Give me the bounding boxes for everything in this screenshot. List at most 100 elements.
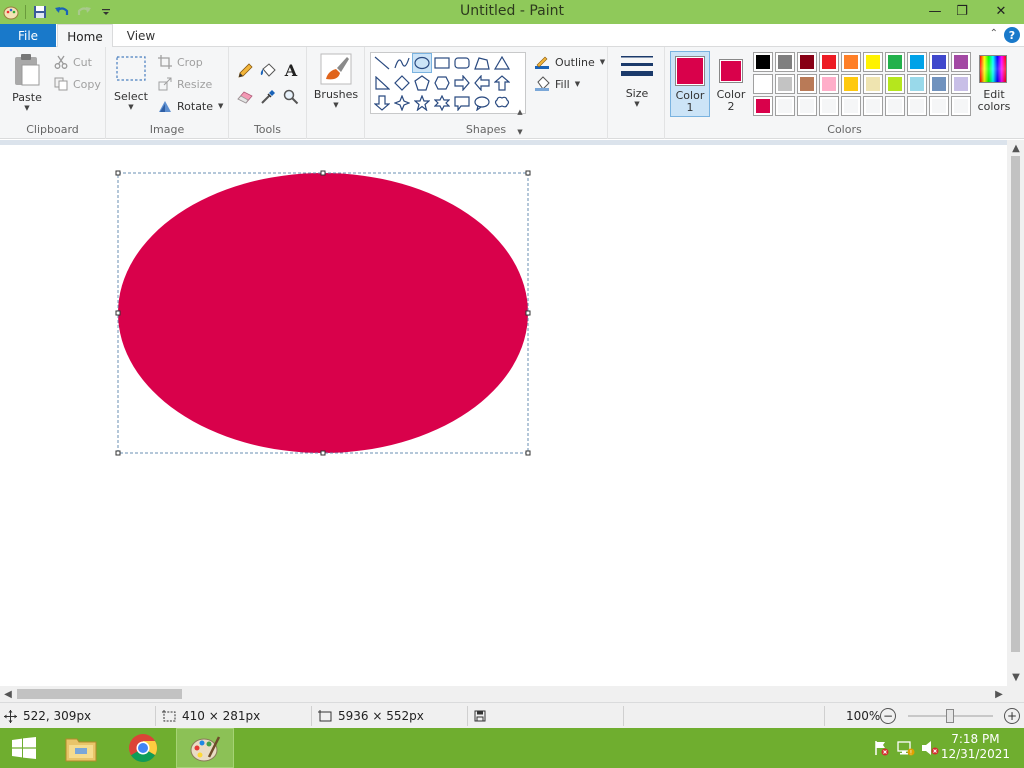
resize-handle[interactable]	[525, 310, 531, 316]
tab-home[interactable]: Home	[57, 24, 113, 48]
gallery-scroll-up-icon[interactable]: ▲	[514, 102, 526, 122]
pencil-icon[interactable]	[235, 61, 255, 81]
palette-swatch[interactable]	[819, 52, 839, 72]
close-button[interactable]: ✕	[983, 0, 1019, 22]
volume-muted-icon[interactable]	[920, 728, 940, 768]
text-tool-icon[interactable]: A	[281, 60, 301, 80]
palette-swatch[interactable]	[885, 52, 905, 72]
palette-swatch-empty[interactable]	[907, 96, 927, 116]
palette-swatch[interactable]	[907, 74, 927, 94]
vertical-scroll-thumb[interactable]	[1011, 156, 1020, 652]
zoom-in-button[interactable]: +	[1004, 708, 1020, 724]
select-dropdown-icon[interactable]: ▼	[128, 103, 133, 111]
shape-curve-icon[interactable]	[392, 53, 412, 73]
canvas[interactable]	[5, 145, 1007, 686]
shape-oval-callout-icon[interactable]	[472, 93, 492, 113]
minimize-ribbon-icon[interactable]: ⌃	[990, 28, 998, 39]
size-button[interactable]: Size ▼	[618, 53, 656, 108]
shape-right-triangle-icon[interactable]	[372, 73, 392, 93]
palette-swatch[interactable]	[753, 96, 773, 116]
shape-diamond-icon[interactable]	[392, 73, 412, 93]
brushes-button[interactable]: Brushes ▼	[314, 53, 358, 109]
palette-swatch[interactable]	[951, 74, 971, 94]
palette-swatch[interactable]	[753, 74, 773, 94]
taskbar-clock[interactable]: 7:18 PM 12/31/2021	[941, 732, 1010, 762]
shape-up-arrow-icon[interactable]	[492, 73, 512, 93]
shape-rounded-rectangle-icon[interactable]	[452, 53, 472, 73]
shape-rect-callout-icon[interactable]	[452, 93, 472, 113]
shape-six-point-star-icon[interactable]	[432, 93, 452, 113]
edit-colors-button[interactable]: Edit colors	[973, 51, 1013, 117]
horizontal-scroll-thumb[interactable]	[17, 689, 182, 699]
rotate-button[interactable]: Rotate ▼	[158, 97, 223, 115]
ellipse-shape[interactable]	[118, 173, 528, 453]
palette-swatch-empty[interactable]	[885, 96, 905, 116]
shape-down-arrow-icon[interactable]	[372, 93, 392, 113]
palette-swatch-empty[interactable]	[775, 96, 795, 116]
shape-triangle-icon[interactable]	[492, 53, 512, 73]
resize-handle[interactable]	[320, 450, 326, 456]
palette-swatch[interactable]	[841, 74, 861, 94]
shape-polygon-icon[interactable]	[472, 53, 492, 73]
shape-right-arrow-icon[interactable]	[452, 73, 472, 93]
save-icon[interactable]	[29, 1, 51, 23]
palette-swatch-empty[interactable]	[863, 96, 883, 116]
customize-qat-icon[interactable]	[95, 1, 117, 23]
restore-button[interactable]: ❐	[947, 0, 977, 22]
zoom-slider-thumb[interactable]	[946, 709, 954, 723]
resize-handle[interactable]	[320, 170, 326, 176]
resize-handle[interactable]	[115, 310, 121, 316]
palette-swatch[interactable]	[819, 74, 839, 94]
palette-swatch-empty[interactable]	[929, 96, 949, 116]
resize-handle[interactable]	[115, 170, 121, 176]
chrome-button[interactable]	[120, 728, 166, 768]
palette-swatch-empty[interactable]	[797, 96, 817, 116]
zoom-out-button[interactable]: −	[880, 708, 896, 724]
resize-button[interactable]: Resize	[158, 75, 212, 93]
redo-icon[interactable]	[73, 1, 95, 23]
file-explorer-button[interactable]	[58, 728, 104, 768]
palette-swatch[interactable]	[929, 52, 949, 72]
copy-button[interactable]: Copy	[54, 75, 101, 93]
palette-swatch[interactable]	[929, 74, 949, 94]
shape-hexagon-icon[interactable]	[432, 73, 452, 93]
resize-handle[interactable]	[115, 450, 121, 456]
shape-left-arrow-icon[interactable]	[472, 73, 492, 93]
paint-taskbar-button[interactable]	[176, 728, 234, 768]
fill-bucket-icon[interactable]	[258, 61, 278, 81]
eraser-icon[interactable]	[235, 87, 255, 107]
palette-swatch[interactable]	[863, 52, 883, 72]
shape-five-point-star-icon[interactable]	[412, 93, 432, 113]
shape-four-point-star-icon[interactable]	[392, 93, 412, 113]
fill-dropdown-icon[interactable]: ▼	[575, 80, 580, 88]
outline-button[interactable]: Outline ▼	[534, 53, 605, 71]
select-button[interactable]: Select ▼	[114, 55, 148, 111]
color2-button[interactable]: Color 2	[712, 51, 752, 117]
palette-swatch[interactable]	[753, 52, 773, 72]
shape-line-icon[interactable]	[372, 53, 392, 73]
action-center-icon[interactable]	[872, 728, 890, 768]
paste-button[interactable]: Paste ▼	[8, 53, 46, 112]
minimize-button[interactable]: —	[920, 0, 950, 22]
undo-icon[interactable]	[51, 1, 73, 23]
palette-swatch[interactable]	[885, 74, 905, 94]
palette-swatch[interactable]	[951, 52, 971, 72]
palette-swatch-empty[interactable]	[951, 96, 971, 116]
scroll-up-icon[interactable]: ▲	[1009, 141, 1023, 155]
start-button[interactable]	[0, 728, 48, 768]
resize-handle[interactable]	[525, 170, 531, 176]
palette-swatch[interactable]	[907, 52, 927, 72]
palette-swatch-empty[interactable]	[819, 96, 839, 116]
shape-pentagon-icon[interactable]	[412, 73, 432, 93]
shape-cloud-callout-icon[interactable]	[492, 93, 512, 113]
tab-view[interactable]: View	[116, 24, 166, 47]
cut-button[interactable]: Cut	[54, 53, 92, 71]
horizontal-scrollbar[interactable]: ◀ ▶	[0, 686, 1007, 702]
size-dropdown-icon[interactable]: ▼	[634, 100, 639, 108]
help-button[interactable]: ?	[1004, 27, 1020, 43]
paint-app-icon[interactable]	[0, 1, 22, 23]
palette-swatch[interactable]	[797, 74, 817, 94]
network-icon[interactable]: !	[896, 728, 916, 768]
color-picker-icon[interactable]	[258, 87, 278, 107]
outline-dropdown-icon[interactable]: ▼	[600, 58, 605, 66]
